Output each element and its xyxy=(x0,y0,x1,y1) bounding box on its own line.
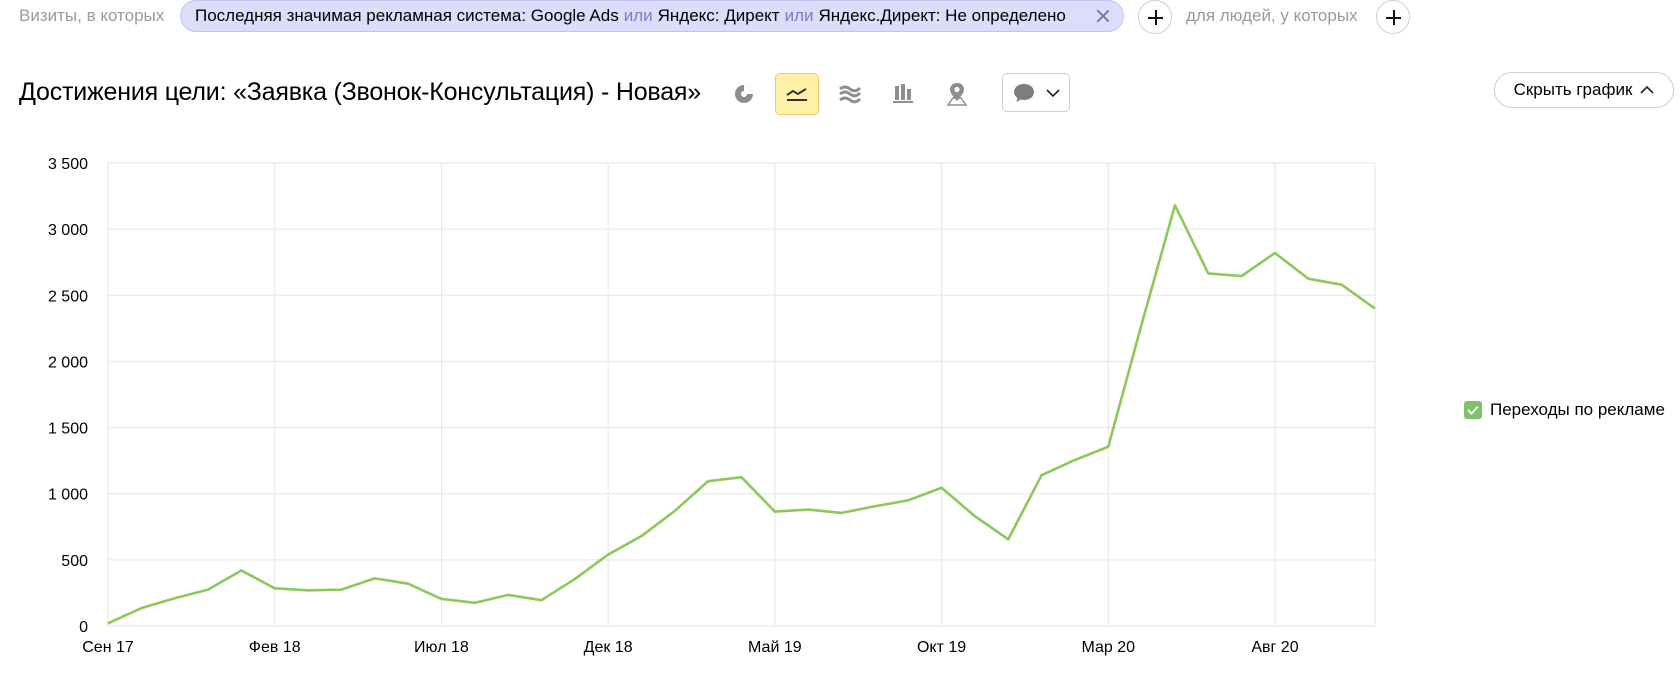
x-tick-label: Фев 18 xyxy=(249,639,301,656)
filter-chip[interactable]: Последняя значимая рекламная система: Go… xyxy=(180,0,1124,32)
people-condition-label: для людей, у которых xyxy=(1186,6,1358,25)
x-tick-label: Мар 20 xyxy=(1081,639,1135,656)
add-people-condition-button[interactable] xyxy=(1376,0,1410,34)
series-checkbox[interactable] xyxy=(1464,401,1482,419)
chart-legend: Переходы по рекламе xyxy=(1464,400,1665,420)
page-title: Достижения цели: «Заявка (Звонок-Консуль… xyxy=(19,78,701,106)
pie-chart-icon xyxy=(735,85,753,103)
x-tick-label: Май 19 xyxy=(748,639,802,656)
map-icon xyxy=(946,83,968,106)
filter-chip-or: или xyxy=(623,6,653,25)
hide-chart-button[interactable]: Скрыть график xyxy=(1494,72,1674,108)
y-tick-label: 500 xyxy=(61,553,88,570)
y-tick-label: 2 000 xyxy=(48,354,88,371)
area-chart-button[interactable] xyxy=(828,73,872,115)
remove-filter-icon[interactable] xyxy=(1095,8,1111,24)
visits-condition-label: Визиты, в которых xyxy=(19,6,165,25)
add-visit-condition-button[interactable] xyxy=(1138,0,1172,34)
map-button[interactable] xyxy=(935,73,979,115)
y-tick-label: 1 500 xyxy=(48,421,88,438)
chevron-up-icon xyxy=(1640,85,1654,94)
filter-chip-part: Яндекс: Директ xyxy=(657,6,780,25)
bar-chart-icon xyxy=(893,84,913,103)
filter-chip-or: или xyxy=(784,6,814,25)
y-tick-label: 1 000 xyxy=(48,487,88,504)
comment-icon xyxy=(1014,83,1034,102)
y-tick-label: 3 500 xyxy=(48,156,88,173)
segment-filter-bar: Визиты, в которых Последняя значимая рек… xyxy=(0,0,1680,36)
x-tick-label: Июл 18 xyxy=(414,639,469,656)
filter-chip-part: Последняя значимая рекламная система: Go… xyxy=(195,6,619,25)
y-tick-label: 0 xyxy=(79,619,88,636)
line-chart-button[interactable] xyxy=(775,73,819,115)
x-tick-label: Окт 19 xyxy=(917,639,966,656)
line-chart-icon xyxy=(786,88,807,101)
x-tick-label: Сен 17 xyxy=(82,639,134,656)
chevron-down-icon xyxy=(1046,88,1060,97)
annotations-dropdown[interactable] xyxy=(1002,73,1070,112)
area-chart-icon xyxy=(839,85,862,104)
filter-chip-part: Яндекс.Директ: Не определено xyxy=(818,6,1066,25)
goal-conversions-chart: 0 500 1 000 1 500 2 000 2 500 3 000 3 500 Сен 17… xyxy=(48,156,1376,656)
y-tick-label: 2 500 xyxy=(48,288,88,305)
bar-chart-button[interactable] xyxy=(881,73,925,115)
series-line xyxy=(107,204,1376,625)
x-tick-label: Дек 18 xyxy=(584,639,633,656)
plot-area xyxy=(107,162,1376,627)
legend-label: Переходы по рекламе xyxy=(1490,400,1665,419)
x-tick-label: Авг 20 xyxy=(1251,639,1298,656)
check-icon xyxy=(1467,405,1479,415)
pie-chart-button[interactable] xyxy=(722,73,766,115)
y-tick-label: 3 000 xyxy=(48,222,88,239)
hide-chart-label: Скрыть график xyxy=(1513,80,1633,99)
